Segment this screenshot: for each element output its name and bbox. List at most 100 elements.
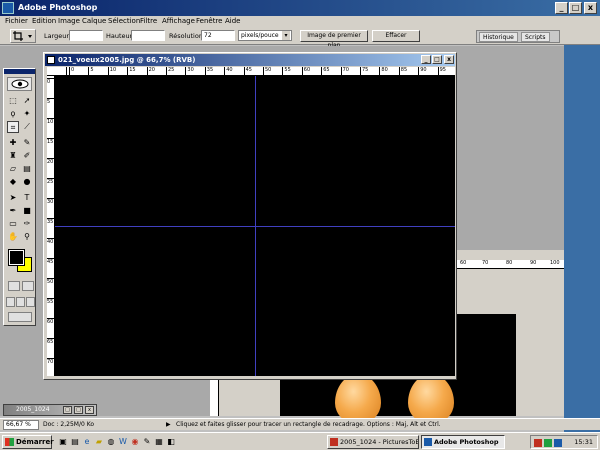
desktop-background [564,16,600,436]
image-canvas[interactable] [55,76,455,376]
path-select-icon[interactable]: ➤ [7,192,19,204]
minimized-document[interactable]: 2005_1024 □ □ x [3,404,97,416]
pen-icon[interactable]: ✒ [7,205,19,217]
antivirus-icon[interactable] [534,439,542,447]
eraser-icon[interactable]: ▱ [7,163,19,175]
menu-affichage[interactable]: Affichage [162,17,195,25]
toolbox-titlebar[interactable] [4,69,35,74]
app-icon[interactable]: ◉ [130,437,140,447]
notes-icon[interactable]: ▭ [7,218,19,230]
palette-well: Historique Scripts [476,30,560,43]
height-input[interactable] [131,30,165,41]
desktop-icon[interactable]: ▣ [58,437,68,447]
marquee-icon[interactable]: ⬚ [7,95,19,107]
horizontal-ruler[interactable]: 0 5 10 15 20 25 30 35 40 45 50 55 60 65 70 75 80 85 90 95 [67,67,455,76]
language-icon[interactable] [554,439,562,447]
doc-minimize-button[interactable]: _ [421,55,431,64]
folder-icon[interactable]: ▰ [94,437,104,447]
blur-icon[interactable]: ◆ [7,176,19,188]
start-button[interactable]: Démarrer [2,435,54,449]
history-brush-icon[interactable]: ✐ [21,150,33,162]
gradient-icon[interactable]: ▤ [21,163,33,175]
ruler-tick: 60 [460,260,467,266]
type-icon[interactable]: T [21,192,33,204]
minimize-button[interactable]: _ [555,2,568,14]
stamp-icon[interactable]: ♜ [7,150,19,162]
media-icon[interactable]: ◍ [106,437,116,447]
slice-icon[interactable]: ⟋ [21,121,33,133]
move-icon[interactable]: ➚ [21,95,33,107]
internet-explorer-icon[interactable]: e [82,437,92,447]
document-info[interactable]: Doc : 2,25M/0 Ko [43,421,94,428]
network-status-icon[interactable] [544,439,552,447]
screen-mode-menu-icon[interactable] [16,297,25,307]
dodge-icon[interactable]: ● [21,176,33,188]
minimized-document-title: 2005_1024 [16,406,50,413]
menu-filtre[interactable]: Filtre [140,17,157,25]
doc-maximize-button[interactable]: □ [432,55,442,64]
ruler-tick-label: 15 [127,67,136,75]
taskbar-item-photoshop[interactable]: Adobe Photoshop [421,435,505,449]
ruler-tick-label: 10 [47,118,54,125]
brush-icon[interactable]: ✎ [21,137,33,149]
menu-calque[interactable]: Calque [82,17,106,25]
healing-brush-icon[interactable]: ✚ [7,137,19,149]
chevron-down-icon: ▾ [282,31,290,40]
menu-image[interactable]: Image [58,17,80,25]
horizontal-guide[interactable] [55,226,455,227]
hand-icon[interactable]: ✋ [7,231,19,243]
restore-button[interactable]: □ [63,406,72,414]
width-label: Largeur [44,32,70,40]
taskbar-item-picturestoexe[interactable]: 2005_1024 - PicturesToE... [327,435,419,449]
vertical-ruler[interactable]: 0 5 10 15 20 25 30 35 40 45 50 55 60 65 70 [47,76,55,376]
ruler-tick-label: 60 [301,67,310,75]
menu-selection[interactable]: Sélection [108,17,140,25]
quick-mask-icon[interactable] [22,281,34,291]
tool-preset-picker[interactable] [10,29,36,43]
unit-select[interactable]: pixels/pouce ▾ [238,30,292,41]
document-icon [47,56,55,64]
standard-mode-icon[interactable] [8,281,20,291]
eyedropper-icon[interactable]: ✑ [21,218,33,230]
photoshop-icon[interactable] [2,2,14,14]
tab-scripts[interactable]: Scripts [521,32,550,42]
ruler-origin[interactable] [47,67,67,76]
tab-historique[interactable]: Historique [479,32,518,42]
ruler-tick-label: 60 [47,318,54,325]
calculator-icon[interactable]: ▦ [154,437,164,447]
ruler-tick-label: 65 [321,67,330,75]
close-doc-button[interactable]: x [85,406,94,414]
zoom-field[interactable]: 66,67 % [3,420,39,430]
status-bar: 66,67 % Doc : 2,25M/0 Ko ▶ Cliquez et fa… [0,418,600,430]
jump-to-imageready-icon[interactable] [8,312,32,322]
screen-mode-full-icon[interactable] [26,297,35,307]
front-image-button[interactable]: Image de premier plan [300,30,368,49]
menu-fenetre[interactable]: Fenêtre [196,17,222,25]
maximize-button[interactable]: □ [569,2,582,14]
document-window[interactable]: 021_voeux2005.jpg @ 66,7% (RVB) _ □ x 0 5… [43,52,457,380]
width-input[interactable] [69,30,103,41]
document-titlebar[interactable]: 021_voeux2005.jpg @ 66,7% (RVB) _ □ x [45,54,455,66]
ruler-tick: 100 [550,260,560,266]
foreground-color-swatch[interactable] [8,249,25,266]
screen-mode-standard-icon[interactable] [6,297,15,307]
magic-wand-icon[interactable]: ✦ [21,108,33,120]
explorer-icon[interactable]: ▤ [70,437,80,447]
paint-icon[interactable]: ✎ [142,437,152,447]
lasso-icon[interactable]: ϙ [7,108,19,120]
crop-tool-icon[interactable]: ⌗ [7,121,19,133]
network-icon[interactable]: ◧ [166,437,176,447]
shape-icon[interactable]: ■ [21,205,33,217]
menu-aide[interactable]: Aide [225,17,240,25]
app-titlebar[interactable]: Adobe Photoshop _ □ x [0,0,600,16]
menu-edition[interactable]: Edition [32,17,56,25]
word-icon[interactable]: W [118,437,128,447]
close-button[interactable]: x [584,2,597,14]
doc-close-button[interactable]: x [444,55,454,64]
maximize-doc-button[interactable]: □ [74,406,83,414]
clear-button[interactable]: Effacer [372,30,420,42]
menu-fichier[interactable]: Fichier [5,17,28,25]
adobe-online-icon[interactable] [7,77,32,91]
zoom-icon[interactable]: ⚲ [21,231,33,243]
resolution-input[interactable]: 72 [201,30,235,41]
